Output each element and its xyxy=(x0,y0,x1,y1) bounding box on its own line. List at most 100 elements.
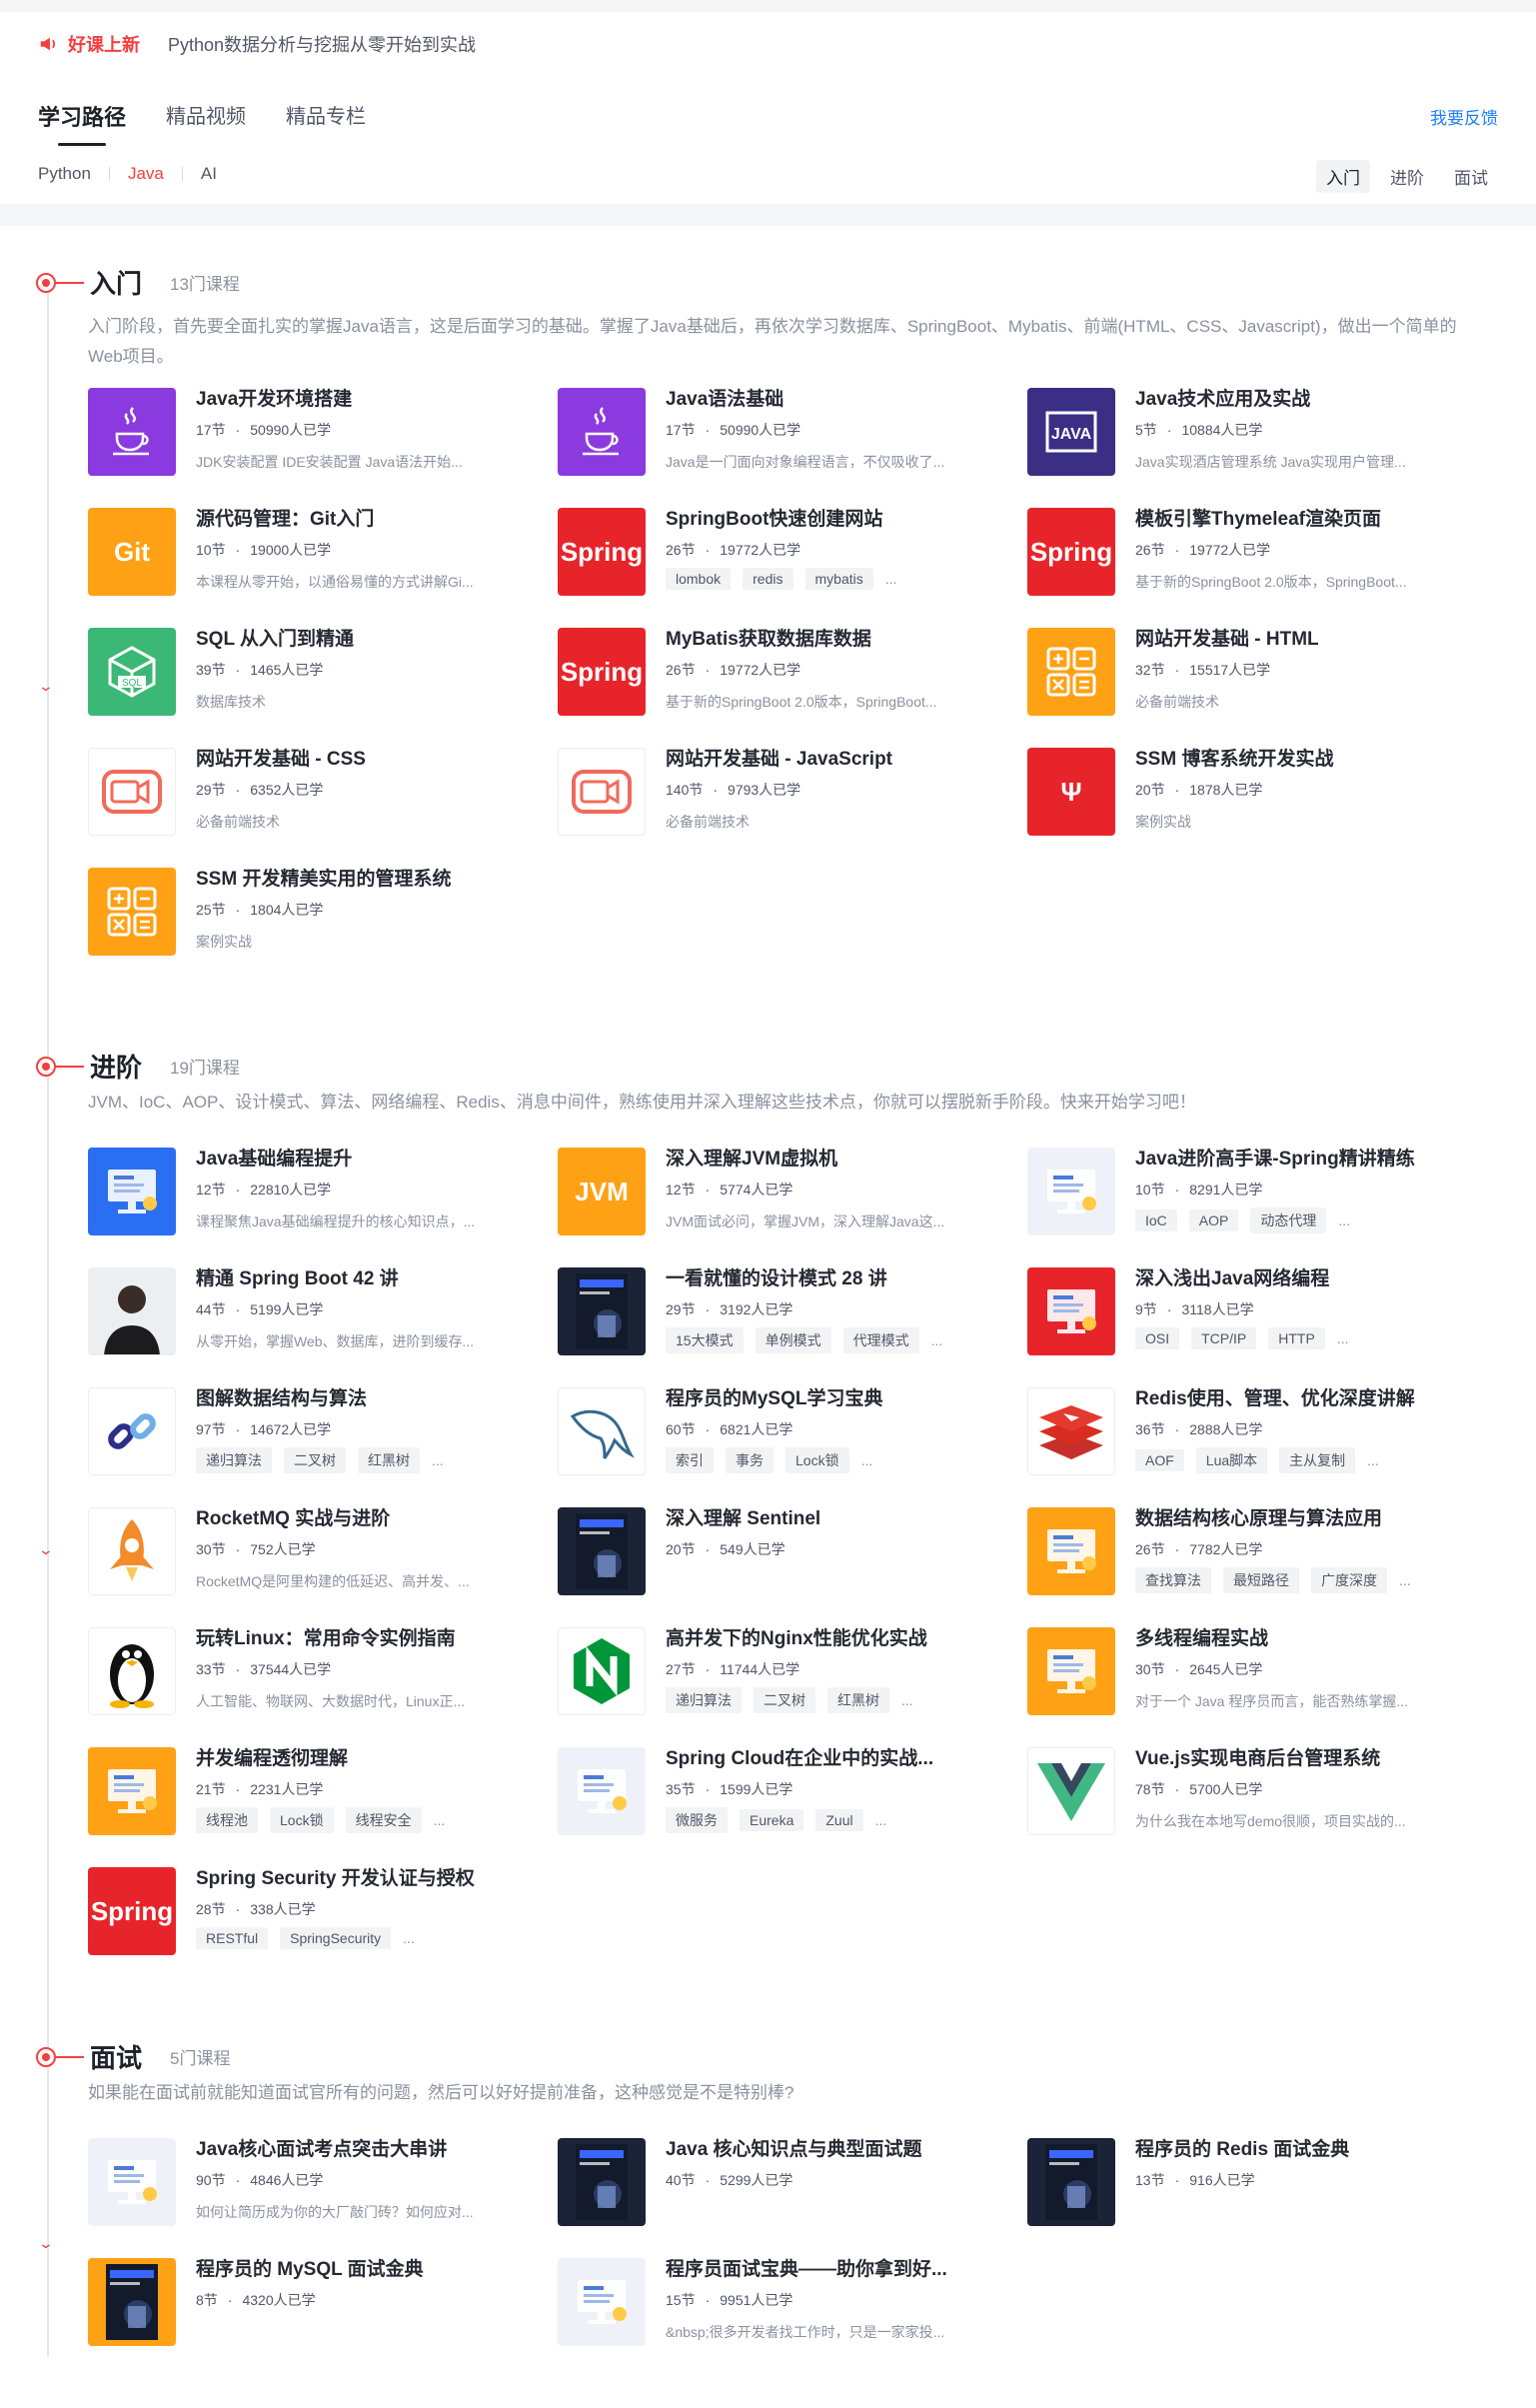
subtab-java[interactable]: Java xyxy=(128,164,164,184)
course-tag[interactable]: Lua脚本 xyxy=(1195,1447,1268,1473)
course-tag[interactable]: AOP xyxy=(1188,1209,1239,1231)
course-card[interactable]: 并发编程透彻理解 21节 · 2231人已学 线程池 Lock锁 线程安全... xyxy=(88,1747,558,1835)
course-card[interactable]: 网站开发基础 - CSS 29节 · 6352人已学 必备前端技术 xyxy=(88,748,558,836)
course-thumbnail[interactable]: Spring xyxy=(1027,508,1115,596)
course-card[interactable]: RocketMQ 实战与进阶 30节 · 752人已学 RocketMQ是阿里构建的低延… xyxy=(88,1507,558,1595)
course-thumbnail[interactable] xyxy=(558,748,646,836)
course-title[interactable]: 一看就懂的设计模式 28 讲 xyxy=(666,1267,965,1291)
course-title[interactable]: 图解数据结构与算法 xyxy=(196,1387,496,1411)
course-title[interactable]: SQL 从入门到精通 xyxy=(196,628,496,652)
course-title[interactable]: Java 核心知识点与典型面试题 xyxy=(666,2138,965,2162)
course-tag[interactable]: 线程安全 xyxy=(345,1807,422,1833)
course-thumbnail[interactable] xyxy=(558,2258,646,2346)
course-thumbnail[interactable] xyxy=(88,748,176,836)
course-title[interactable]: 深入理解 Sentinel xyxy=(666,1507,965,1531)
course-tag[interactable]: 动态代理 xyxy=(1250,1207,1327,1233)
course-card[interactable]: 程序员的 MySQL 面试金典 8节 · 4320人已学 xyxy=(88,2258,558,2346)
course-title[interactable]: Java开发环境搭建 xyxy=(196,388,496,412)
course-card[interactable]: 网站开发基础 - HTML 32节 · 15517人已学 必备前端技术 xyxy=(1027,628,1497,716)
banner-title[interactable]: Python数据分析与挖掘从零开始到实战 xyxy=(168,31,476,57)
course-title[interactable]: 多线程编程实战 xyxy=(1135,1627,1435,1651)
course-tag[interactable]: 二叉树 xyxy=(284,1447,346,1473)
course-tag[interactable]: 递归算法 xyxy=(196,1447,272,1473)
course-title[interactable]: Java核心面试考点突击大串讲 xyxy=(196,2138,496,2162)
course-title[interactable]: 深入浅出Java网络编程 xyxy=(1135,1267,1435,1291)
course-card[interactable]: 图解数据结构与算法 97节 · 14672人已学 递归算法 二叉树 红黑树... xyxy=(88,1387,558,1475)
course-tag[interactable]: 查找算法 xyxy=(1135,1567,1211,1593)
course-card[interactable]: Java 核心知识点与典型面试题 40节 · 5299人已学 xyxy=(558,2138,1027,2226)
course-card[interactable]: Java基础编程提升 12节 · 22810人已学 课程聚焦Java基础编程提升的核心知… xyxy=(88,1148,558,1235)
course-tag[interactable]: Lock锁 xyxy=(270,1807,334,1833)
course-card[interactable]: 多线程编程实战 30节 · 2645人已学 对于一个 Java 程序员而言，能否熟练掌握… xyxy=(1027,1627,1497,1715)
course-thumbnail[interactable]: JVM xyxy=(558,1148,646,1235)
course-thumbnail[interactable] xyxy=(88,2138,176,2226)
course-thumbnail[interactable] xyxy=(88,1507,176,1595)
course-tag[interactable]: 最短路径 xyxy=(1223,1567,1299,1593)
course-title[interactable]: 网站开发基础 - HTML xyxy=(1135,628,1435,652)
course-thumbnail[interactable]: Spring xyxy=(558,508,646,596)
course-tag[interactable]: lombok xyxy=(666,568,732,590)
course-title[interactable]: 并发编程透彻理解 xyxy=(196,1747,496,1771)
course-thumbnail[interactable]: Spring xyxy=(558,628,646,716)
course-thumbnail[interactable] xyxy=(1027,1507,1115,1595)
course-title[interactable]: 玩转Linux：常用命令实例指南 xyxy=(196,1627,496,1651)
course-tag[interactable]: 15大模式 xyxy=(666,1327,744,1353)
course-tag[interactable]: Eureka xyxy=(740,1809,804,1831)
level-link-interview[interactable]: 面试 xyxy=(1444,160,1498,193)
course-tag[interactable]: 索引 xyxy=(666,1447,714,1473)
course-card[interactable]: Spring SpringBoot快速创建网站 26节 · 19772人已学 lombok… xyxy=(558,508,1027,596)
course-tag[interactable]: 事务 xyxy=(726,1447,773,1473)
course-card[interactable]: 一看就懂的设计模式 28 讲 29节 · 3192人已学 15大模式 单例模式 代理模式..… xyxy=(558,1267,1027,1355)
course-tag[interactable]: RESTful xyxy=(196,1927,269,1949)
course-title[interactable]: 程序员的 MySQL 面试金典 xyxy=(196,2258,496,2282)
course-thumbnail[interactable] xyxy=(558,1747,646,1835)
course-card[interactable]: Java核心面试考点突击大串讲 90节 · 4846人已学 如何让简历成为你的大厂敲门砖… xyxy=(88,2138,558,2226)
course-thumbnail[interactable] xyxy=(1027,1148,1115,1235)
course-title[interactable]: 网站开发基础 - CSS xyxy=(196,748,496,772)
course-title[interactable]: 程序员的MySQL学习宝典 xyxy=(666,1387,965,1411)
course-thumbnail[interactable] xyxy=(558,1387,646,1475)
tab-learning-path[interactable]: 学习路径 xyxy=(38,100,126,146)
course-title[interactable]: 源代码管理：Git入门 xyxy=(196,508,496,532)
course-card[interactable]: 深入浅出Java网络编程 9节 · 3118人已学 OSI TCP/IP HTTP... xyxy=(1027,1267,1497,1355)
course-tag[interactable]: Zuul xyxy=(815,1809,863,1831)
course-title[interactable]: Redis使用、管理、优化深度讲解 xyxy=(1135,1387,1435,1411)
course-thumbnail[interactable] xyxy=(88,1267,176,1355)
course-thumbnail[interactable] xyxy=(558,388,646,476)
course-card[interactable]: 网站开发基础 - JavaScript 140节 · 9793人已学 必备前端技术 xyxy=(558,748,1027,836)
course-tag[interactable]: OSI xyxy=(1135,1327,1180,1349)
course-title[interactable]: Spring Cloud在企业中的实战... xyxy=(666,1747,965,1771)
course-tag[interactable]: AOF xyxy=(1135,1449,1184,1471)
course-thumbnail[interactable] xyxy=(558,1627,646,1715)
course-card[interactable]: Ψ SSM 博客系统开发实战 20节 · 1878人已学 案例实战 xyxy=(1027,748,1497,836)
course-title[interactable]: SSM 开发精美实用的管理系统 xyxy=(196,868,496,892)
course-card[interactable]: Git 源代码管理：Git入门 10节 · 19000人已学 本课程从零开始，以通俗易懂的… xyxy=(88,508,558,596)
course-thumbnail[interactable] xyxy=(88,2258,176,2346)
course-thumbnail[interactable] xyxy=(1027,1627,1115,1715)
course-thumbnail[interactable] xyxy=(1027,1267,1115,1355)
course-title[interactable]: Java技术应用及实战 xyxy=(1135,388,1435,412)
course-thumbnail[interactable]: Spring xyxy=(88,1867,176,1955)
course-title[interactable]: Java进阶高手课-Spring精讲精练 xyxy=(1135,1148,1435,1172)
course-tag[interactable]: 微服务 xyxy=(666,1807,728,1833)
course-title[interactable]: 深入理解JVM虚拟机 xyxy=(666,1148,965,1172)
course-title[interactable]: SSM 博客系统开发实战 xyxy=(1135,748,1435,772)
course-card[interactable]: 程序员的 Redis 面试金典 13节 · 916人已学 xyxy=(1027,2138,1497,2226)
feedback-link[interactable]: 我要反馈 xyxy=(1430,104,1498,129)
course-tag[interactable]: IoC xyxy=(1135,1209,1177,1231)
course-thumbnail[interactable] xyxy=(88,1387,176,1475)
subtab-ai[interactable]: AI xyxy=(201,164,217,184)
course-card[interactable]: SSM 开发精美实用的管理系统 25节 · 1804人已学 案例实战 xyxy=(88,868,558,956)
course-tag[interactable]: 递归算法 xyxy=(666,1687,742,1713)
course-thumbnail[interactable]: Git xyxy=(88,508,176,596)
course-card[interactable]: SQL SQL 从入门到精通 39节 · 1465人已学 数据库技术 xyxy=(88,628,558,716)
course-card[interactable]: Java开发环境搭建 17节 · 50990人已学 JDK安装配置 IDE安装配置 Ja… xyxy=(88,388,558,476)
course-card[interactable]: 程序员面试宝典——助你拿到好... 15节 · 9951人已学 &nbsp;很多开发者找… xyxy=(558,2258,1027,2346)
course-title[interactable]: 程序员的 Redis 面试金典 xyxy=(1135,2138,1435,2162)
course-card[interactable]: Java进阶高手课-Spring精讲精练 10节 · 8291人已学 IoC AOP 动态代… xyxy=(1027,1148,1497,1235)
level-link-beginner[interactable]: 入门 xyxy=(1316,160,1370,193)
course-tag[interactable]: 代理模式 xyxy=(842,1327,919,1353)
course-card[interactable]: Spring Spring Security 开发认证与授权 28节 · 338人已学 R… xyxy=(88,1867,558,1955)
course-thumbnail[interactable] xyxy=(88,868,176,956)
course-card[interactable]: 深入理解 Sentinel 20节 · 549人已学 xyxy=(558,1507,1027,1595)
